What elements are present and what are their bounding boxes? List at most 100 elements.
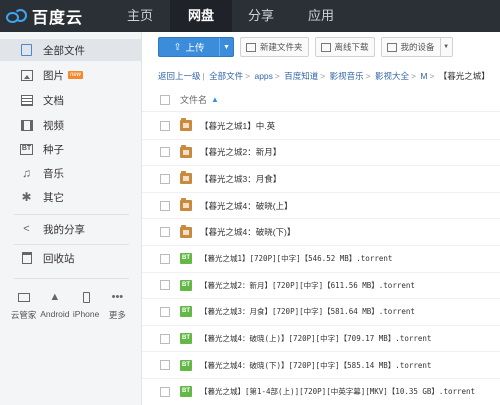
brand-logo[interactable]: 百度云 (0, 4, 100, 28)
file-name-link[interactable]: 【暮光之城1】中.英 (200, 120, 275, 132)
breadcrumb-current: 【暮光之城】 (438, 71, 490, 81)
file-row[interactable]: 【暮光之城4：破晓(下)】 (142, 219, 500, 246)
file-name-link[interactable]: 【暮光之城4：破晓(下)】[720P][中字]【585.14 MB】.torre… (200, 360, 431, 371)
device-pc-manager[interactable]: 云管家 (8, 290, 39, 321)
file-name-link[interactable]: 【暮光之城4：破晓(上】 (200, 200, 293, 212)
folder-icon (180, 224, 192, 238)
sidebar: 全部文件 图片 new 文档 视频 BT 种子 ♫ 音乐 ✱ 其它 < 我的分享… (0, 32, 142, 405)
toolbar: ⇪ 上传 ▼ 新建文件夹 离线下载 我的设备 ▼ (142, 32, 500, 62)
row-checkbox[interactable] (160, 173, 170, 184)
file-row[interactable]: BT 【暮光之城4：破晓(下)】[720P][中字]【585.14 MB】.tor… (142, 352, 500, 379)
file-name-link[interactable]: 【暮光之城3：月食】[720P][中字]【581.64 MB】.torrent (200, 306, 415, 317)
more-icon: ••• (111, 291, 124, 303)
sidebar-item-videos[interactable]: 视频 (0, 114, 141, 136)
torrent-icon: BT (180, 306, 192, 318)
file-row[interactable]: BT 【暮光之城】[第1-4部(上)][720P][中英字幕][MKV]【10.3… (142, 379, 500, 405)
file-row[interactable]: BT 【暮光之城2：新月】[720P][中字]【611.56 MB】.torren… (142, 273, 500, 300)
folder-icon (180, 118, 192, 132)
monitor-icon (17, 290, 30, 304)
file-row[interactable]: BT 【暮光之城4：破晓(上)】[720P][中字]【709.17 MB】.tor… (142, 326, 500, 353)
breadcrumb-item[interactable]: apps (254, 71, 272, 81)
new-folder-label: 新建文件夹 (260, 42, 303, 52)
file-name-link[interactable]: 【暮光之城4：破晓(下)】 (200, 226, 295, 238)
upload-button[interactable]: ⇪ 上传 ▼ (158, 37, 234, 57)
row-checkbox[interactable] (160, 280, 170, 291)
upload-label: 上传 (185, 43, 205, 54)
files-icon (20, 44, 33, 57)
document-icon (20, 94, 33, 107)
nav-netdisk[interactable]: 网盘 (170, 0, 232, 32)
breadcrumb-item[interactable]: 影视大全 (375, 71, 409, 81)
nav-share[interactable]: 分享 (232, 0, 290, 32)
row-checkbox[interactable] (160, 360, 170, 371)
device-more[interactable]: ••• 更多 (102, 290, 133, 321)
android-icon: ▲ (49, 291, 61, 303)
file-row[interactable]: BT 【暮光之城1】[720P][中字]【546.52 MB】.torrent (142, 246, 500, 273)
sidebar-item-label: 种子 (43, 143, 64, 156)
folder-icon (180, 198, 192, 212)
sidebar-item-images[interactable]: 图片 new (0, 64, 141, 86)
main-content: ⇪ 上传 ▼ 新建文件夹 离线下载 我的设备 ▼ 返回上一级 | 全部文件 > ap… (142, 32, 500, 405)
row-checkbox[interactable] (160, 120, 170, 131)
chevron-down-icon[interactable]: ▼ (439, 38, 452, 56)
sidebar-item-music[interactable]: ♫ 音乐 (0, 162, 141, 184)
folder-icon (180, 171, 192, 185)
row-checkbox[interactable] (160, 386, 170, 397)
brand-name: 百度云 (32, 10, 84, 27)
sidebar-divider (14, 214, 129, 215)
row-checkbox[interactable] (160, 200, 170, 211)
sidebar-item-recycle-bin[interactable]: 回收站 (0, 247, 141, 269)
device-label: 云管家 (10, 310, 37, 320)
breadcrumb-item[interactable]: M (420, 71, 427, 81)
column-header-filename[interactable]: 文件名 (180, 93, 207, 106)
other-icon: ✱ (21, 190, 32, 204)
my-devices-button[interactable]: 我的设备 ▼ (380, 37, 453, 57)
breadcrumb-back-link[interactable]: 返回上一级 (158, 71, 201, 81)
file-name-link[interactable]: 【暮光之城4：破晓(上)】[720P][中字]【709.17 MB】.torre… (200, 333, 431, 344)
sidebar-item-label: 我的分享 (43, 223, 85, 236)
row-checkbox[interactable] (160, 306, 170, 317)
upload-dropdown-icon[interactable]: ▼ (219, 38, 233, 56)
file-name-link[interactable]: 【暮光之城2：新月】 (200, 146, 281, 158)
sort-ascending-icon[interactable]: ▲ (211, 95, 219, 104)
sidebar-divider (14, 244, 129, 245)
upload-icon: ⇪ (173, 41, 182, 53)
offline-download-label: 离线下载 (334, 42, 369, 52)
torrent-icon: BT (180, 333, 192, 345)
sidebar-item-label: 视频 (43, 119, 64, 132)
sidebar-item-torrents[interactable]: BT 种子 (0, 138, 141, 160)
sidebar-item-other[interactable]: ✱ 其它 (0, 186, 141, 208)
sidebar-item-label: 回收站 (43, 252, 75, 265)
row-checkbox[interactable] (160, 227, 170, 238)
file-name-link[interactable]: 【暮光之城】[第1-4部(上)][720P][中英字幕][MKV]【10.35 … (200, 386, 475, 397)
file-row[interactable]: 【暮光之城2：新月】 (142, 140, 500, 167)
offline-download-button[interactable]: 离线下载 (314, 37, 375, 57)
sidebar-item-my-share[interactable]: < 我的分享 (0, 218, 141, 240)
breadcrumb-item[interactable]: 影视音乐 (330, 71, 364, 81)
device-iphone[interactable]: iPhone (71, 290, 102, 321)
file-name-link[interactable]: 【暮光之城3：月食】 (200, 173, 281, 185)
row-checkbox[interactable] (160, 253, 170, 264)
file-row[interactable]: 【暮光之城4：破晓(上】 (142, 193, 500, 220)
sidebar-item-label: 图片 (43, 69, 64, 82)
device-android[interactable]: ▲ Android (39, 290, 70, 321)
row-checkbox[interactable] (160, 333, 170, 344)
file-row[interactable]: BT 【暮光之城3：月食】[720P][中字]【581.64 MB】.torren… (142, 299, 500, 326)
sidebar-item-documents[interactable]: 文档 (0, 89, 141, 111)
nav-home[interactable]: 主页 (110, 0, 170, 32)
file-name-link[interactable]: 【暮光之城2：新月】[720P][中字]【611.56 MB】.torrent (200, 280, 415, 291)
my-devices-label: 我的设备 (400, 42, 435, 52)
select-all-checkbox[interactable] (160, 94, 170, 105)
breadcrumb-item[interactable]: 全部文件 (209, 71, 243, 81)
sidebar-item-all-files[interactable]: 全部文件 (0, 39, 141, 61)
file-name-link[interactable]: 【暮光之城1】[720P][中字]【546.52 MB】.torrent (200, 253, 392, 264)
breadcrumb-item[interactable]: 百度知道 (284, 71, 318, 81)
row-checkbox[interactable] (160, 147, 170, 158)
top-nav-bar: 百度云 主页 网盘 分享 应用 (0, 0, 500, 32)
file-row[interactable]: 【暮光之城1】中.英 (142, 113, 500, 140)
nav-apps[interactable]: 应用 (290, 0, 352, 32)
file-row[interactable]: 【暮光之城3：月食】 (142, 166, 500, 193)
torrent-icon: BT (180, 253, 192, 265)
iphone-icon (82, 290, 90, 304)
new-folder-button[interactable]: 新建文件夹 (240, 37, 309, 57)
